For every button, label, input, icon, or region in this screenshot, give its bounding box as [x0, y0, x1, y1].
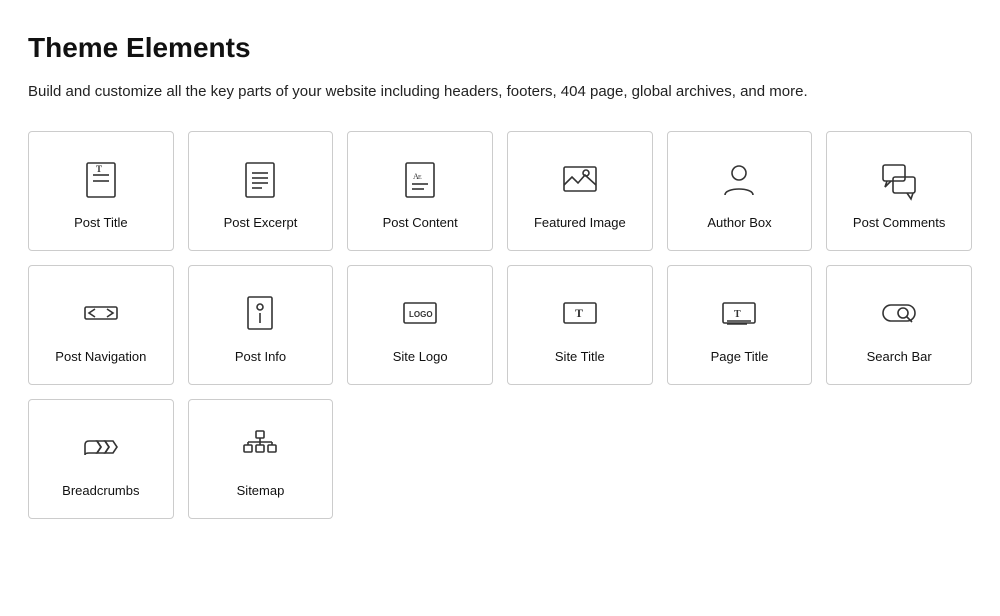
post-info-icon — [236, 289, 284, 337]
card-sitemap[interactable]: Sitemap — [188, 399, 334, 519]
svg-text:T: T — [96, 164, 102, 174]
svg-text:T: T — [575, 306, 583, 320]
card-post-title[interactable]: T Post Title — [28, 131, 174, 251]
card-label-post-excerpt: Post Excerpt — [224, 215, 298, 232]
svg-text:T: T — [734, 309, 741, 320]
card-label-breadcrumbs: Breadcrumbs — [62, 483, 139, 500]
search-bar-icon — [875, 289, 923, 337]
card-label-post-navigation: Post Navigation — [55, 349, 146, 366]
card-breadcrumbs[interactable]: Breadcrumbs — [28, 399, 174, 519]
card-label-site-title: Site Title — [555, 349, 605, 366]
breadcrumbs-icon — [77, 423, 125, 471]
sitemap-icon — [236, 423, 284, 471]
post-navigation-icon — [77, 289, 125, 337]
post-title-icon: T — [77, 155, 125, 203]
cards-grid: T Post Title Post Excerpt A E Post Conte… — [28, 131, 972, 519]
card-label-post-content: Post Content — [383, 215, 458, 232]
post-comments-icon — [875, 155, 923, 203]
card-label-post-info: Post Info — [235, 349, 286, 366]
card-label-featured-image: Featured Image — [534, 215, 626, 232]
post-excerpt-icon — [236, 155, 284, 203]
featured-image-icon — [556, 155, 604, 203]
card-author-box[interactable]: Author Box — [667, 131, 813, 251]
page-title-icon: T — [715, 289, 763, 337]
card-featured-image[interactable]: Featured Image — [507, 131, 653, 251]
svg-text:LOGO: LOGO — [409, 310, 433, 319]
card-site-logo[interactable]: LOGO Site Logo — [347, 265, 493, 385]
site-logo-icon: LOGO — [396, 289, 444, 337]
card-search-bar[interactable]: Search Bar — [826, 265, 972, 385]
card-site-title[interactable]: T Site Title — [507, 265, 653, 385]
card-label-site-logo: Site Logo — [393, 349, 448, 366]
card-label-post-title: Post Title — [74, 215, 127, 232]
card-label-search-bar: Search Bar — [867, 349, 932, 366]
card-post-content[interactable]: A E Post Content — [347, 131, 493, 251]
card-post-navigation[interactable]: Post Navigation — [28, 265, 174, 385]
author-box-icon — [715, 155, 763, 203]
page-description: Build and customize all the key parts of… — [28, 80, 972, 103]
card-post-comments[interactable]: Post Comments — [826, 131, 972, 251]
card-label-author-box: Author Box — [707, 215, 771, 232]
card-page-title[interactable]: T Page Title — [667, 265, 813, 385]
post-content-icon: A E — [396, 155, 444, 203]
site-title-icon: T — [556, 289, 604, 337]
svg-text:E: E — [418, 175, 422, 181]
page-title-heading: Theme Elements — [28, 32, 972, 64]
card-post-info[interactable]: Post Info — [188, 265, 334, 385]
card-label-sitemap: Sitemap — [237, 483, 285, 500]
card-label-page-title: Page Title — [711, 349, 769, 366]
card-label-post-comments: Post Comments — [853, 215, 945, 232]
card-post-excerpt[interactable]: Post Excerpt — [188, 131, 334, 251]
